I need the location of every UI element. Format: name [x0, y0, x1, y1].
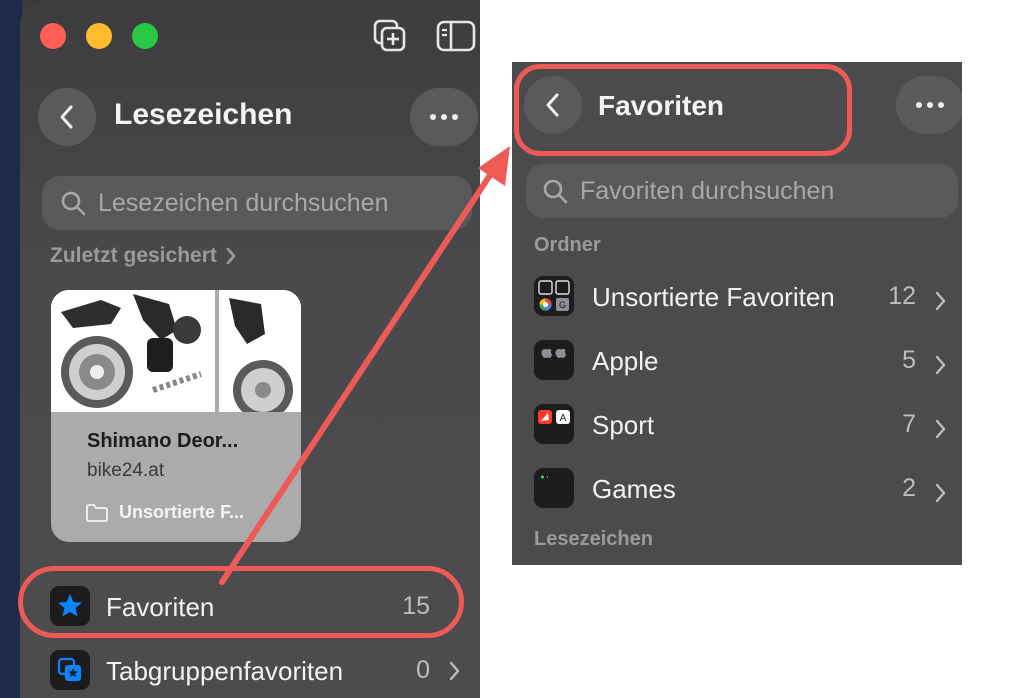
- annotation-arrow: [219, 146, 510, 585]
